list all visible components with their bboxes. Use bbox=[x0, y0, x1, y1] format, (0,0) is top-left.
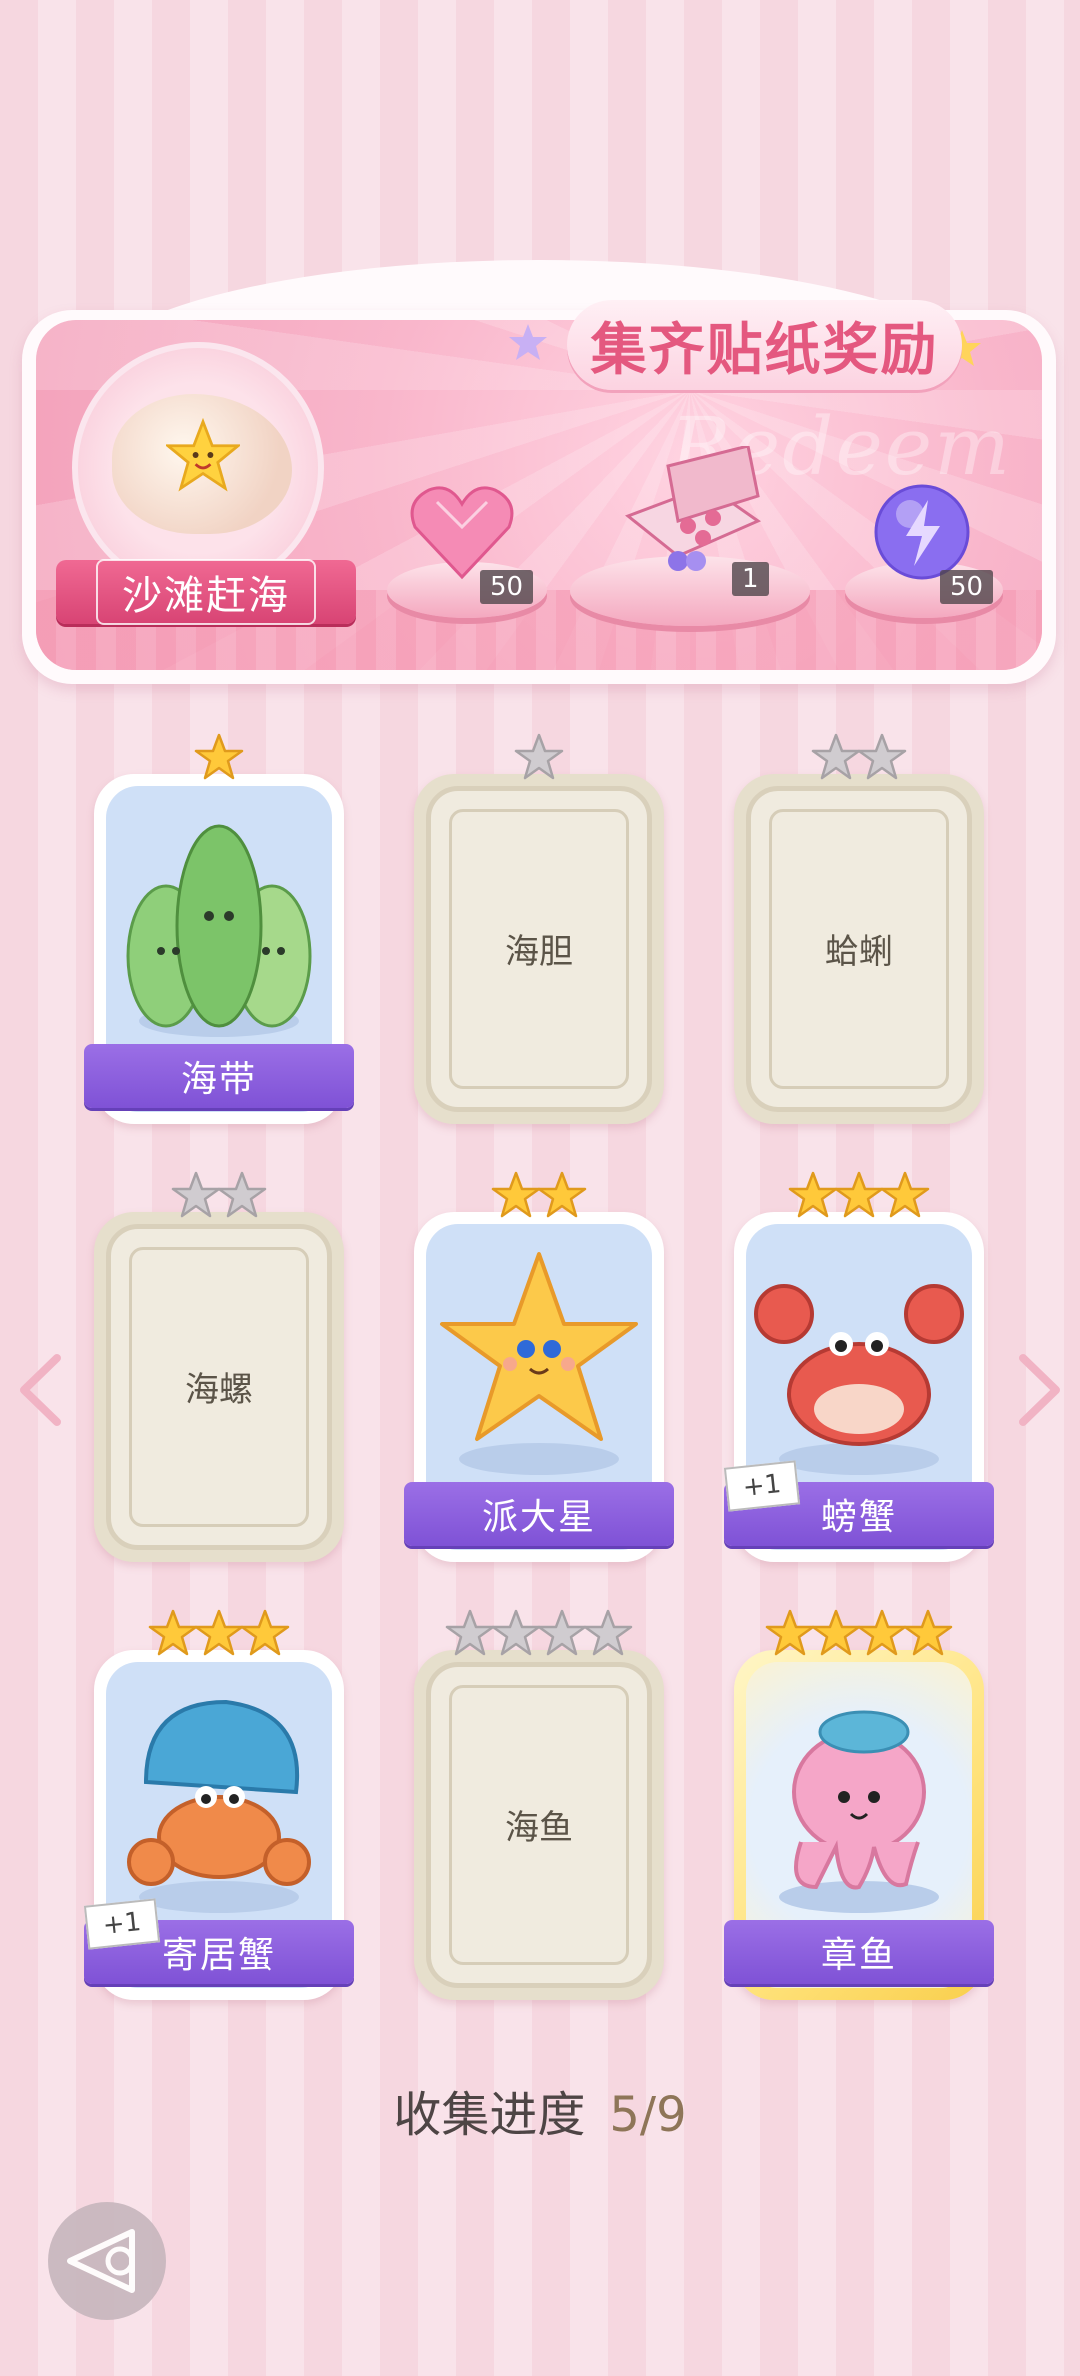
sticker-card[interactable]: 海带 bbox=[84, 733, 354, 1124]
star-icon bbox=[903, 1609, 953, 1656]
card-name: 海螺 bbox=[185, 1370, 253, 1410]
star-icon bbox=[537, 1609, 587, 1656]
star-rating bbox=[734, 1608, 984, 1662]
sticker-card[interactable]: 章鱼 bbox=[724, 1609, 994, 2000]
reward-count: 50 bbox=[940, 570, 994, 604]
reward-count: 50 bbox=[480, 570, 534, 604]
star-icon bbox=[583, 1609, 633, 1656]
star-icon bbox=[491, 1609, 541, 1656]
card-name: 蛤蜊 bbox=[825, 932, 893, 972]
progress-label: 收集进度 bbox=[393, 2087, 586, 2143]
banner-title: 集齐贴纸奖励 bbox=[567, 300, 962, 390]
smiling-star-icon bbox=[166, 418, 240, 492]
sticker-card[interactable]: 寄居蟹 +1 bbox=[83, 1609, 354, 2000]
star-rating bbox=[734, 732, 984, 786]
star-icon bbox=[194, 733, 244, 780]
star-icon bbox=[788, 1171, 838, 1218]
octopus-icon bbox=[779, 1710, 939, 1913]
star-rating bbox=[414, 1170, 664, 1224]
star-icon bbox=[445, 1609, 495, 1656]
theme-label-ribbon: 沙滩赶海 bbox=[56, 559, 356, 625]
card-name: 海胆 bbox=[505, 932, 573, 972]
star-rating bbox=[414, 732, 664, 786]
card-name-ribbon: 派大星 bbox=[404, 1482, 674, 1546]
star-icon bbox=[171, 1171, 221, 1218]
star-icon bbox=[148, 1609, 198, 1656]
gift-box-icon[interactable] bbox=[618, 446, 768, 576]
sticker-card[interactable]: 海鱼 bbox=[414, 1609, 664, 2000]
card-name: 海鱼 bbox=[505, 1808, 573, 1848]
sparkle-star-icon bbox=[509, 324, 547, 360]
lightning-orb-icon[interactable] bbox=[872, 482, 972, 582]
seaweed-icon bbox=[126, 824, 312, 1037]
star-icon bbox=[765, 1609, 815, 1656]
card-name: 章鱼 bbox=[820, 1935, 897, 1976]
card-name-ribbon: 章鱼 bbox=[724, 1920, 994, 1984]
star-icon bbox=[194, 1609, 244, 1656]
collection-progress: 收集进度 5/9 bbox=[0, 2075, 1080, 2145]
starfish-icon bbox=[440, 1252, 638, 1475]
card-name: 寄居蟹 bbox=[161, 1935, 276, 1976]
theme-label: 沙滩赶海 bbox=[96, 559, 316, 625]
sticker-card[interactable]: 派大星 bbox=[404, 1171, 674, 1562]
back-button[interactable] bbox=[48, 2202, 166, 2320]
star-icon bbox=[880, 1171, 930, 1218]
star-icon bbox=[857, 733, 907, 780]
star-icon bbox=[834, 1171, 884, 1218]
star-icon bbox=[240, 1609, 290, 1656]
crab-icon bbox=[754, 1284, 964, 1475]
card-name-ribbon: 海带 bbox=[84, 1044, 354, 1108]
star-rating bbox=[734, 1170, 984, 1224]
sticker-card[interactable]: 海胆 bbox=[414, 733, 664, 1124]
card-name: 螃蟹 bbox=[820, 1497, 897, 1538]
progress-value: 5/9 bbox=[609, 2087, 687, 2143]
star-icon bbox=[217, 1171, 267, 1218]
star-rating bbox=[94, 1170, 344, 1224]
sticker-card[interactable]: 海螺 bbox=[94, 1171, 344, 1562]
card-name: 派大星 bbox=[481, 1497, 596, 1538]
card-name: 海带 bbox=[180, 1059, 257, 1100]
sticker-card[interactable]: 蛤蜊 bbox=[734, 733, 984, 1124]
reward-count: 1 bbox=[732, 562, 769, 596]
theme-shell-emblem[interactable] bbox=[72, 342, 324, 594]
duplicate-badge: +1 bbox=[83, 1898, 161, 1950]
duplicate-badge: +1 bbox=[723, 1460, 801, 1512]
back-arrow-icon bbox=[67, 2229, 135, 2293]
star-icon bbox=[811, 1609, 861, 1656]
star-rating bbox=[94, 1608, 344, 1662]
star-icon bbox=[491, 1171, 541, 1218]
star-icon bbox=[857, 1609, 907, 1656]
hermit-crab-icon bbox=[127, 1699, 311, 1913]
prev-page-arrow-icon[interactable] bbox=[12, 1350, 72, 1430]
next-page-arrow-icon[interactable] bbox=[1008, 1350, 1068, 1430]
star-icon bbox=[537, 1171, 587, 1218]
sticker-card[interactable]: 螃蟹 +1 bbox=[723, 1171, 994, 1562]
star-rating bbox=[94, 732, 344, 786]
banner-title-text: 集齐贴纸奖励 bbox=[590, 317, 939, 383]
pink-heart-gem-icon[interactable] bbox=[407, 482, 517, 582]
reward-banner: Redeem 集齐贴纸奖励 沙滩赶海 50 1 50 bbox=[22, 260, 1056, 684]
star-icon bbox=[811, 733, 861, 780]
star-icon bbox=[514, 733, 564, 780]
star-rating bbox=[414, 1608, 664, 1662]
